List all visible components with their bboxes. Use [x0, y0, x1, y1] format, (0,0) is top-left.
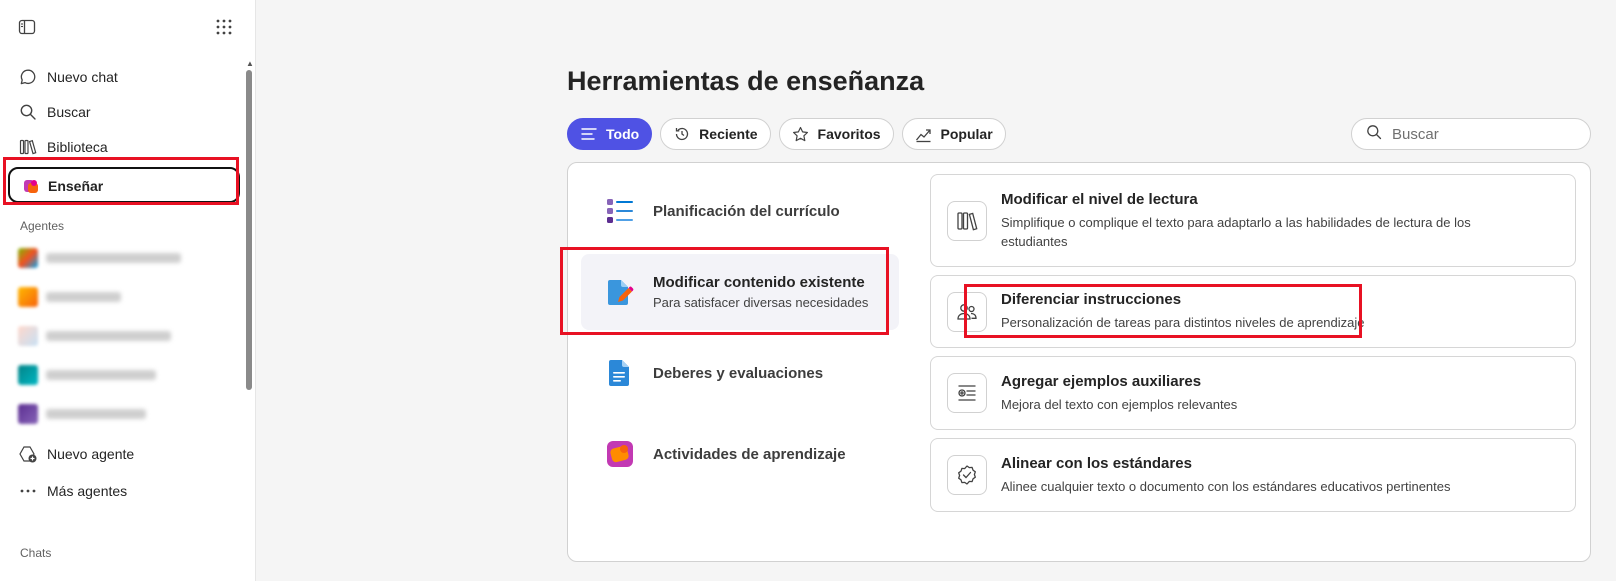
category-modify-content[interactable]: Modificar contenido existente Para satis… — [581, 254, 899, 330]
category-title: Actividades de aprendizaje — [653, 445, 846, 463]
new-agent-icon — [18, 444, 38, 464]
filter-bar: Todo Reciente Favoritos Popular — [567, 118, 1006, 150]
tool-align-standards[interactable]: Alinear con los estándares Alinee cualqu… — [930, 438, 1576, 512]
sidebar-top — [18, 18, 237, 40]
category-title: Modificar contenido existente — [653, 274, 865, 291]
main-content: Herramientas de enseñanza Todo Reciente … — [257, 0, 1616, 581]
agent-avatar-icon — [18, 365, 38, 385]
agent-avatar-icon — [18, 404, 38, 424]
tool-title: Alinear con los estándares — [1001, 454, 1192, 472]
tool-title: Agregar ejemplos auxiliares — [1001, 372, 1202, 390]
teach-icon — [22, 177, 40, 195]
activities-icon — [605, 439, 635, 469]
agent-name-redacted — [46, 370, 156, 380]
sidebar-item-new-agent[interactable]: Nuevo agente — [18, 441, 134, 467]
category-title: Deberes y evaluaciones — [653, 364, 824, 382]
agent-name-redacted — [46, 253, 181, 263]
category-learning-activities[interactable]: Actividades de aprendizaje — [581, 416, 899, 492]
filter-recent[interactable]: Reciente — [660, 118, 771, 150]
category-subtitle: Para satisfacer diversas necesidades — [653, 295, 869, 310]
document-icon — [605, 358, 635, 388]
sidebar-item-new-chat[interactable]: Nuevo chat — [18, 64, 118, 90]
more-icon — [18, 481, 38, 501]
filter-label: Favoritos — [817, 126, 881, 142]
history-icon — [673, 125, 691, 143]
agent-avatar-icon — [18, 326, 38, 346]
text-add-icon — [947, 373, 987, 413]
tool-reading-level[interactable]: Modificar el nivel de lectura Simplifiqu… — [930, 174, 1576, 267]
agent-item[interactable] — [18, 365, 156, 385]
curriculum-icon — [605, 196, 635, 226]
agent-avatar-icon — [18, 287, 38, 307]
filter-popular[interactable]: Popular — [901, 118, 1006, 150]
chats-header: Chats — [20, 546, 52, 560]
tool-add-examples[interactable]: Agregar ejemplos auxiliares Mejora del t… — [930, 356, 1576, 430]
scroll-up-arrow[interactable]: ▲ — [246, 60, 254, 68]
category-homework[interactable]: Deberes y evaluaciones — [581, 335, 899, 411]
sidebar-item-label: Más agentes — [47, 483, 128, 499]
category-title: Planificación del currículo — [653, 202, 840, 220]
sidebar-item-label: Enseñar — [48, 178, 104, 194]
agent-name-redacted — [46, 292, 121, 302]
category-curriculum[interactable]: Planificación del currículo — [581, 173, 899, 249]
filter-all[interactable]: Todo — [567, 118, 653, 150]
tool-description: Mejora del texto con ejemplos relevantes — [1001, 396, 1238, 412]
page-title: Herramientas de enseñanza — [567, 66, 925, 96]
sidebar: Nuevo chat Buscar Biblioteca Enseñar Age… — [0, 0, 256, 581]
tool-description: Simplifique o complique el texto para ad… — [1001, 214, 1471, 249]
search-icon — [1366, 124, 1382, 145]
search-box[interactable] — [1351, 118, 1591, 150]
agent-avatar-icon — [18, 248, 38, 268]
agent-item[interactable] — [18, 287, 121, 307]
app-launcher-icon[interactable] — [215, 18, 237, 40]
tools-panel: Planificación del currículo Modificar co… — [567, 162, 1591, 562]
sidebar-item-search[interactable]: Buscar — [18, 99, 91, 125]
sidebar-item-teach[interactable]: Enseñar — [8, 167, 240, 203]
search-input[interactable] — [1392, 125, 1572, 143]
agent-name-redacted — [46, 409, 146, 419]
filter-label: Popular — [940, 126, 993, 142]
tool-differentiate-instructions[interactable]: Diferenciar instrucciones Personalizació… — [930, 275, 1576, 348]
chat-bubble-icon — [18, 67, 38, 87]
trending-icon — [915, 125, 933, 143]
sidebar-item-library[interactable]: Biblioteca — [18, 134, 108, 160]
sidebar-item-label: Buscar — [47, 104, 91, 120]
agent-name-redacted — [46, 331, 171, 341]
filter-label: Todo — [606, 126, 640, 142]
library-icon — [18, 137, 38, 157]
filter-favorites[interactable]: Favoritos — [778, 118, 894, 150]
list-icon — [580, 125, 598, 143]
tool-description: Alinee cualquier texto o documento con l… — [1001, 478, 1451, 494]
books-icon — [947, 200, 987, 241]
search-icon — [18, 102, 38, 122]
badge-check-icon — [947, 455, 987, 495]
sidebar-scrollbar[interactable] — [246, 70, 252, 390]
agents-header: Agentes — [20, 219, 65, 233]
tool-title: Diferenciar instrucciones — [1001, 291, 1182, 308]
agent-item[interactable] — [18, 326, 171, 346]
sidebar-item-label: Biblioteca — [47, 139, 108, 155]
sidebar-item-label: Nuevo agente — [47, 446, 135, 462]
agent-item[interactable] — [18, 248, 181, 268]
agent-item[interactable] — [18, 404, 146, 424]
tool-title: Modificar el nivel de lectura — [1001, 190, 1198, 208]
sidebar-item-label: Nuevo chat — [47, 69, 118, 85]
edit-document-icon — [605, 277, 635, 307]
sidebar-toggle-icon[interactable] — [18, 18, 40, 40]
star-icon — [792, 125, 810, 143]
tool-description: Personalización de tareas para distintos… — [1001, 315, 1365, 330]
people-icon — [947, 291, 987, 332]
sidebar-item-more-agents[interactable]: Más agentes — [18, 478, 127, 504]
filter-label: Reciente — [699, 126, 758, 142]
